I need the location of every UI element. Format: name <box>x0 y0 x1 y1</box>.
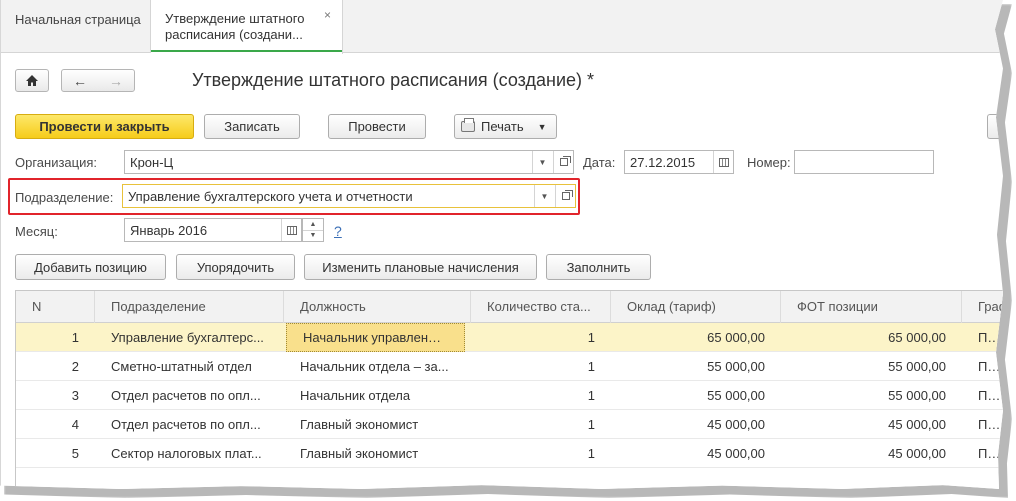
post-and-close-button[interactable]: Провести и закрыть <box>15 114 194 139</box>
tab-staff-schedule[interactable]: Утверждение штатного расписания (создани… <box>151 0 343 54</box>
cell-fot[interactable]: 45 000,00 <box>781 410 962 439</box>
cell-salary[interactable]: 65 000,00 <box>611 323 781 352</box>
cell-qty[interactable]: 1 <box>471 381 611 410</box>
date-field[interactable]: 27.12.2015 <box>624 150 734 174</box>
tab-title-line-2: расписания (создани... <box>165 27 303 42</box>
open-icon[interactable] <box>555 185 575 207</box>
table-row[interactable]: 5 Сектор налоговых плат... Главный эконо… <box>16 439 1003 468</box>
cell-schedule[interactable]: Пяти <box>962 410 1003 439</box>
cell-schedule[interactable]: Пяти <box>962 381 1003 410</box>
table-row[interactable]: 2 Сметно-штатный отдел Начальник отдела … <box>16 352 1003 381</box>
col-header-dept[interactable]: Подразделение <box>95 291 284 323</box>
forward-arrow-icon[interactable]: → <box>98 73 134 89</box>
calendar-icon[interactable] <box>281 219 301 241</box>
active-tab-indicator <box>151 50 342 52</box>
dropdown-arrow-icon[interactable]: ▼ <box>532 151 552 173</box>
cell-dept[interactable]: Отдел расчетов по опл... <box>95 381 284 410</box>
document-window: Начальная страница Утверждение штатного … <box>0 0 1003 489</box>
date-value: 27.12.2015 <box>630 154 696 170</box>
step-up-icon[interactable]: ▲ <box>303 219 323 231</box>
table-row[interactable]: 1 Управление бухгалтерс... Начальник упр… <box>16 323 1003 352</box>
number-field[interactable] <box>794 150 934 174</box>
sort-button[interactable]: Упорядочить <box>176 254 295 280</box>
cell-qty[interactable]: 1 <box>471 439 611 468</box>
col-header-position[interactable]: Должность <box>284 291 471 323</box>
tab-strip: Начальная страница Утверждение штатного … <box>1 0 1003 54</box>
cell-qty[interactable]: 1 <box>471 410 611 439</box>
col-header-schedule[interactable]: Граф <box>962 291 1003 323</box>
open-icon[interactable] <box>553 151 573 173</box>
cell-position[interactable]: Начальник отдела <box>284 381 471 410</box>
home-icon <box>26 75 38 86</box>
org-label: Организация: <box>15 155 98 170</box>
printer-icon <box>461 118 475 132</box>
tab-home-page[interactable]: Начальная страница <box>1 0 151 53</box>
cell-salary[interactable]: 45 000,00 <box>611 410 781 439</box>
cell-position[interactable]: Начальник отдела – за... <box>284 352 471 381</box>
table-row[interactable]: 4 Отдел расчетов по опл... Главный эконо… <box>16 410 1003 439</box>
number-label: Номер: <box>747 155 791 170</box>
org-value: Крон-Ц <box>130 154 174 170</box>
cell-salary[interactable]: 45 000,00 <box>611 439 781 468</box>
cell-n: 3 <box>71 388 79 403</box>
cell-qty[interactable]: 1 <box>471 352 611 381</box>
step-down-icon[interactable]: ▼ <box>303 231 323 242</box>
cell-dept[interactable]: Сектор налоговых плат... <box>95 439 284 468</box>
dept-value: Управление бухгалтерского учета и отчетн… <box>128 188 413 204</box>
cell-fot[interactable]: 45 000,00 <box>781 439 962 468</box>
cell-n: 1 <box>71 330 79 345</box>
cell-fot[interactable]: 55 000,00 <box>781 381 962 410</box>
calendar-icon[interactable] <box>713 151 733 173</box>
org-field[interactable]: Крон-Ц ▼ <box>124 150 574 174</box>
fill-button[interactable]: Заполнить <box>546 254 651 280</box>
month-field[interactable]: Январь 2016 <box>124 218 302 242</box>
month-stepper[interactable]: ▲ ▼ <box>302 218 324 242</box>
month-value: Январь 2016 <box>130 222 208 238</box>
cell-n: 5 <box>71 446 79 461</box>
cell-qty[interactable]: 1 <box>471 323 611 352</box>
cell-salary[interactable]: 55 000,00 <box>611 381 781 410</box>
help-link[interactable]: ? <box>334 223 342 239</box>
home-button[interactable] <box>15 69 49 92</box>
cell-dept[interactable]: Отдел расчетов по опл... <box>95 410 284 439</box>
cell-dept[interactable]: Сметно-штатный отдел <box>95 352 284 381</box>
change-accruals-button[interactable]: Изменить плановые начисления <box>304 254 537 280</box>
col-header-qty[interactable]: Количество ста... <box>471 291 611 323</box>
chevron-down-icon: ▼ <box>537 121 547 132</box>
print-label: Печать <box>481 119 524 134</box>
col-header-n[interactable]: N <box>16 291 95 323</box>
table-row[interactable]: 3 Отдел расчетов по опл... Начальник отд… <box>16 381 1003 410</box>
dropdown-arrow-icon[interactable]: ▼ <box>534 185 554 207</box>
back-arrow-icon[interactable]: ← <box>62 73 98 89</box>
month-label: Месяц: <box>15 224 58 239</box>
cell-n: 4 <box>71 417 79 432</box>
col-header-salary[interactable]: Оклад (тариф) <box>611 291 781 323</box>
cell-schedule[interactable]: Пяти <box>962 439 1003 468</box>
date-label: Дата: <box>583 155 616 170</box>
cell-dept[interactable]: Управление бухгалтерс... <box>95 323 284 352</box>
cell-fot[interactable]: 65 000,00 <box>781 323 962 352</box>
close-icon[interactable]: × <box>324 7 331 23</box>
cell-salary[interactable]: 55 000,00 <box>611 352 781 381</box>
col-header-fot[interactable]: ФОТ позиции <box>781 291 962 323</box>
dept-label: Подразделение: <box>15 190 114 205</box>
cell-position[interactable]: Главный экономист <box>284 439 471 468</box>
cell-fot[interactable]: 55 000,00 <box>781 352 962 381</box>
add-position-button[interactable]: Добавить позицию <box>15 254 166 280</box>
post-button[interactable]: Провести <box>328 114 426 139</box>
write-button[interactable]: Записать <box>204 114 300 139</box>
positions-table: N Подразделение Должность Количество ста… <box>15 290 1003 489</box>
print-button[interactable]: Печать ▼ <box>454 114 557 139</box>
page-title: Утверждение штатного расписания (создани… <box>192 70 595 90</box>
cell-n: 2 <box>71 359 79 374</box>
history-navigation: ← → <box>61 69 135 92</box>
cell-position[interactable]: Начальник управления ... <box>286 323 465 352</box>
table-header: N Подразделение Должность Количество ста… <box>16 291 1003 323</box>
dept-field[interactable]: Управление бухгалтерского учета и отчетн… <box>122 184 576 208</box>
tab-title-line-1: Утверждение штатного <box>165 11 305 26</box>
cell-position[interactable]: Главный экономист <box>284 410 471 439</box>
